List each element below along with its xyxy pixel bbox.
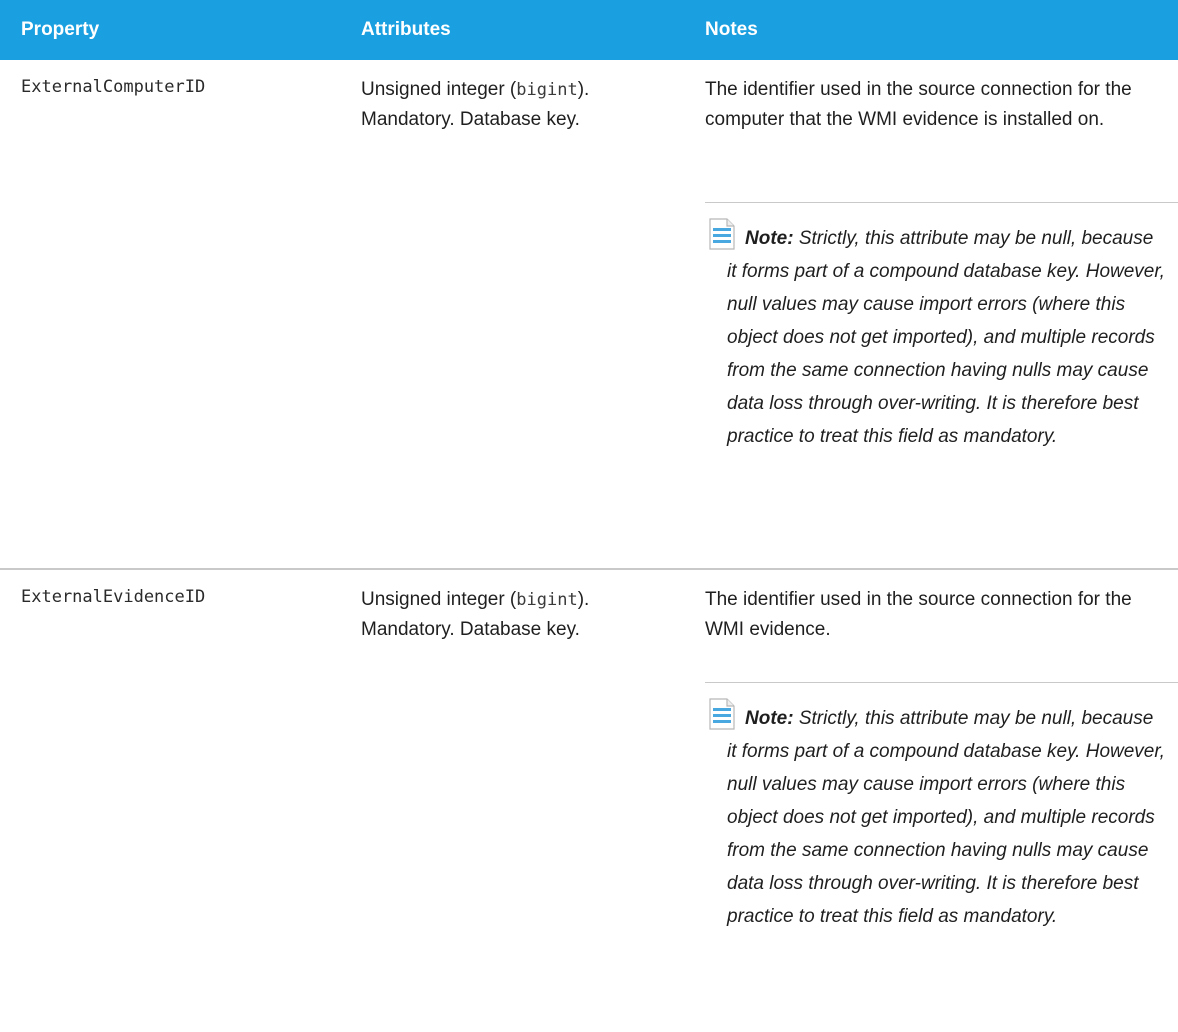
column-header-property: Property [21, 19, 100, 40]
attr-type-prefix: Unsigned integer ( [361, 79, 517, 100]
note-document-icon [709, 218, 735, 250]
attr-type-code: bigint [516, 80, 578, 100]
note-body: Strictly, this attribute may be null, be… [727, 708, 1165, 927]
table-row: ExternalComputerID Unsigned integer (big… [0, 60, 1178, 570]
note-text: Note: Strictly, this attribute may be nu… [727, 222, 1165, 453]
notes-text: The identifier used in the source connec… [705, 589, 1132, 640]
note-body: Strictly, this attribute may be null, be… [727, 228, 1165, 447]
attr-constraints: Mandatory. Database key. [361, 109, 580, 130]
attributes-cell: Unsigned integer (bigint). Mandatory. Da… [361, 585, 661, 645]
column-header-notes: Notes [705, 19, 758, 40]
table-row: ExternalEvidenceID Unsigned integer (big… [0, 570, 1178, 1032]
attributes-cell: Unsigned integer (bigint). Mandatory. Da… [361, 75, 661, 135]
note-label: Note: [745, 708, 794, 729]
note-label: Note: [745, 228, 794, 249]
attr-type-prefix: Unsigned integer ( [361, 589, 517, 610]
note-callout: Note: Strictly, this attribute may be nu… [705, 698, 1165, 933]
property-name: ExternalEvidenceID [21, 587, 206, 607]
attr-type-suffix: ). [577, 79, 590, 100]
notes-text: The identifier used in the source connec… [705, 79, 1132, 130]
attr-type-code: bigint [516, 590, 578, 610]
properties-table: Property Attributes Notes ExternalComput… [0, 0, 1178, 1032]
table-header: Property Attributes Notes [0, 0, 1178, 60]
note-callout: Note: Strictly, this attribute may be nu… [705, 218, 1165, 453]
attr-constraints: Mandatory. Database key. [361, 619, 580, 640]
property-name: ExternalComputerID [21, 77, 206, 97]
note-document-icon [709, 698, 735, 730]
note-divider [705, 682, 1178, 683]
column-header-attributes: Attributes [361, 19, 451, 40]
attr-type-suffix: ). [577, 589, 590, 610]
note-text: Note: Strictly, this attribute may be nu… [727, 702, 1165, 933]
note-divider [705, 202, 1178, 203]
